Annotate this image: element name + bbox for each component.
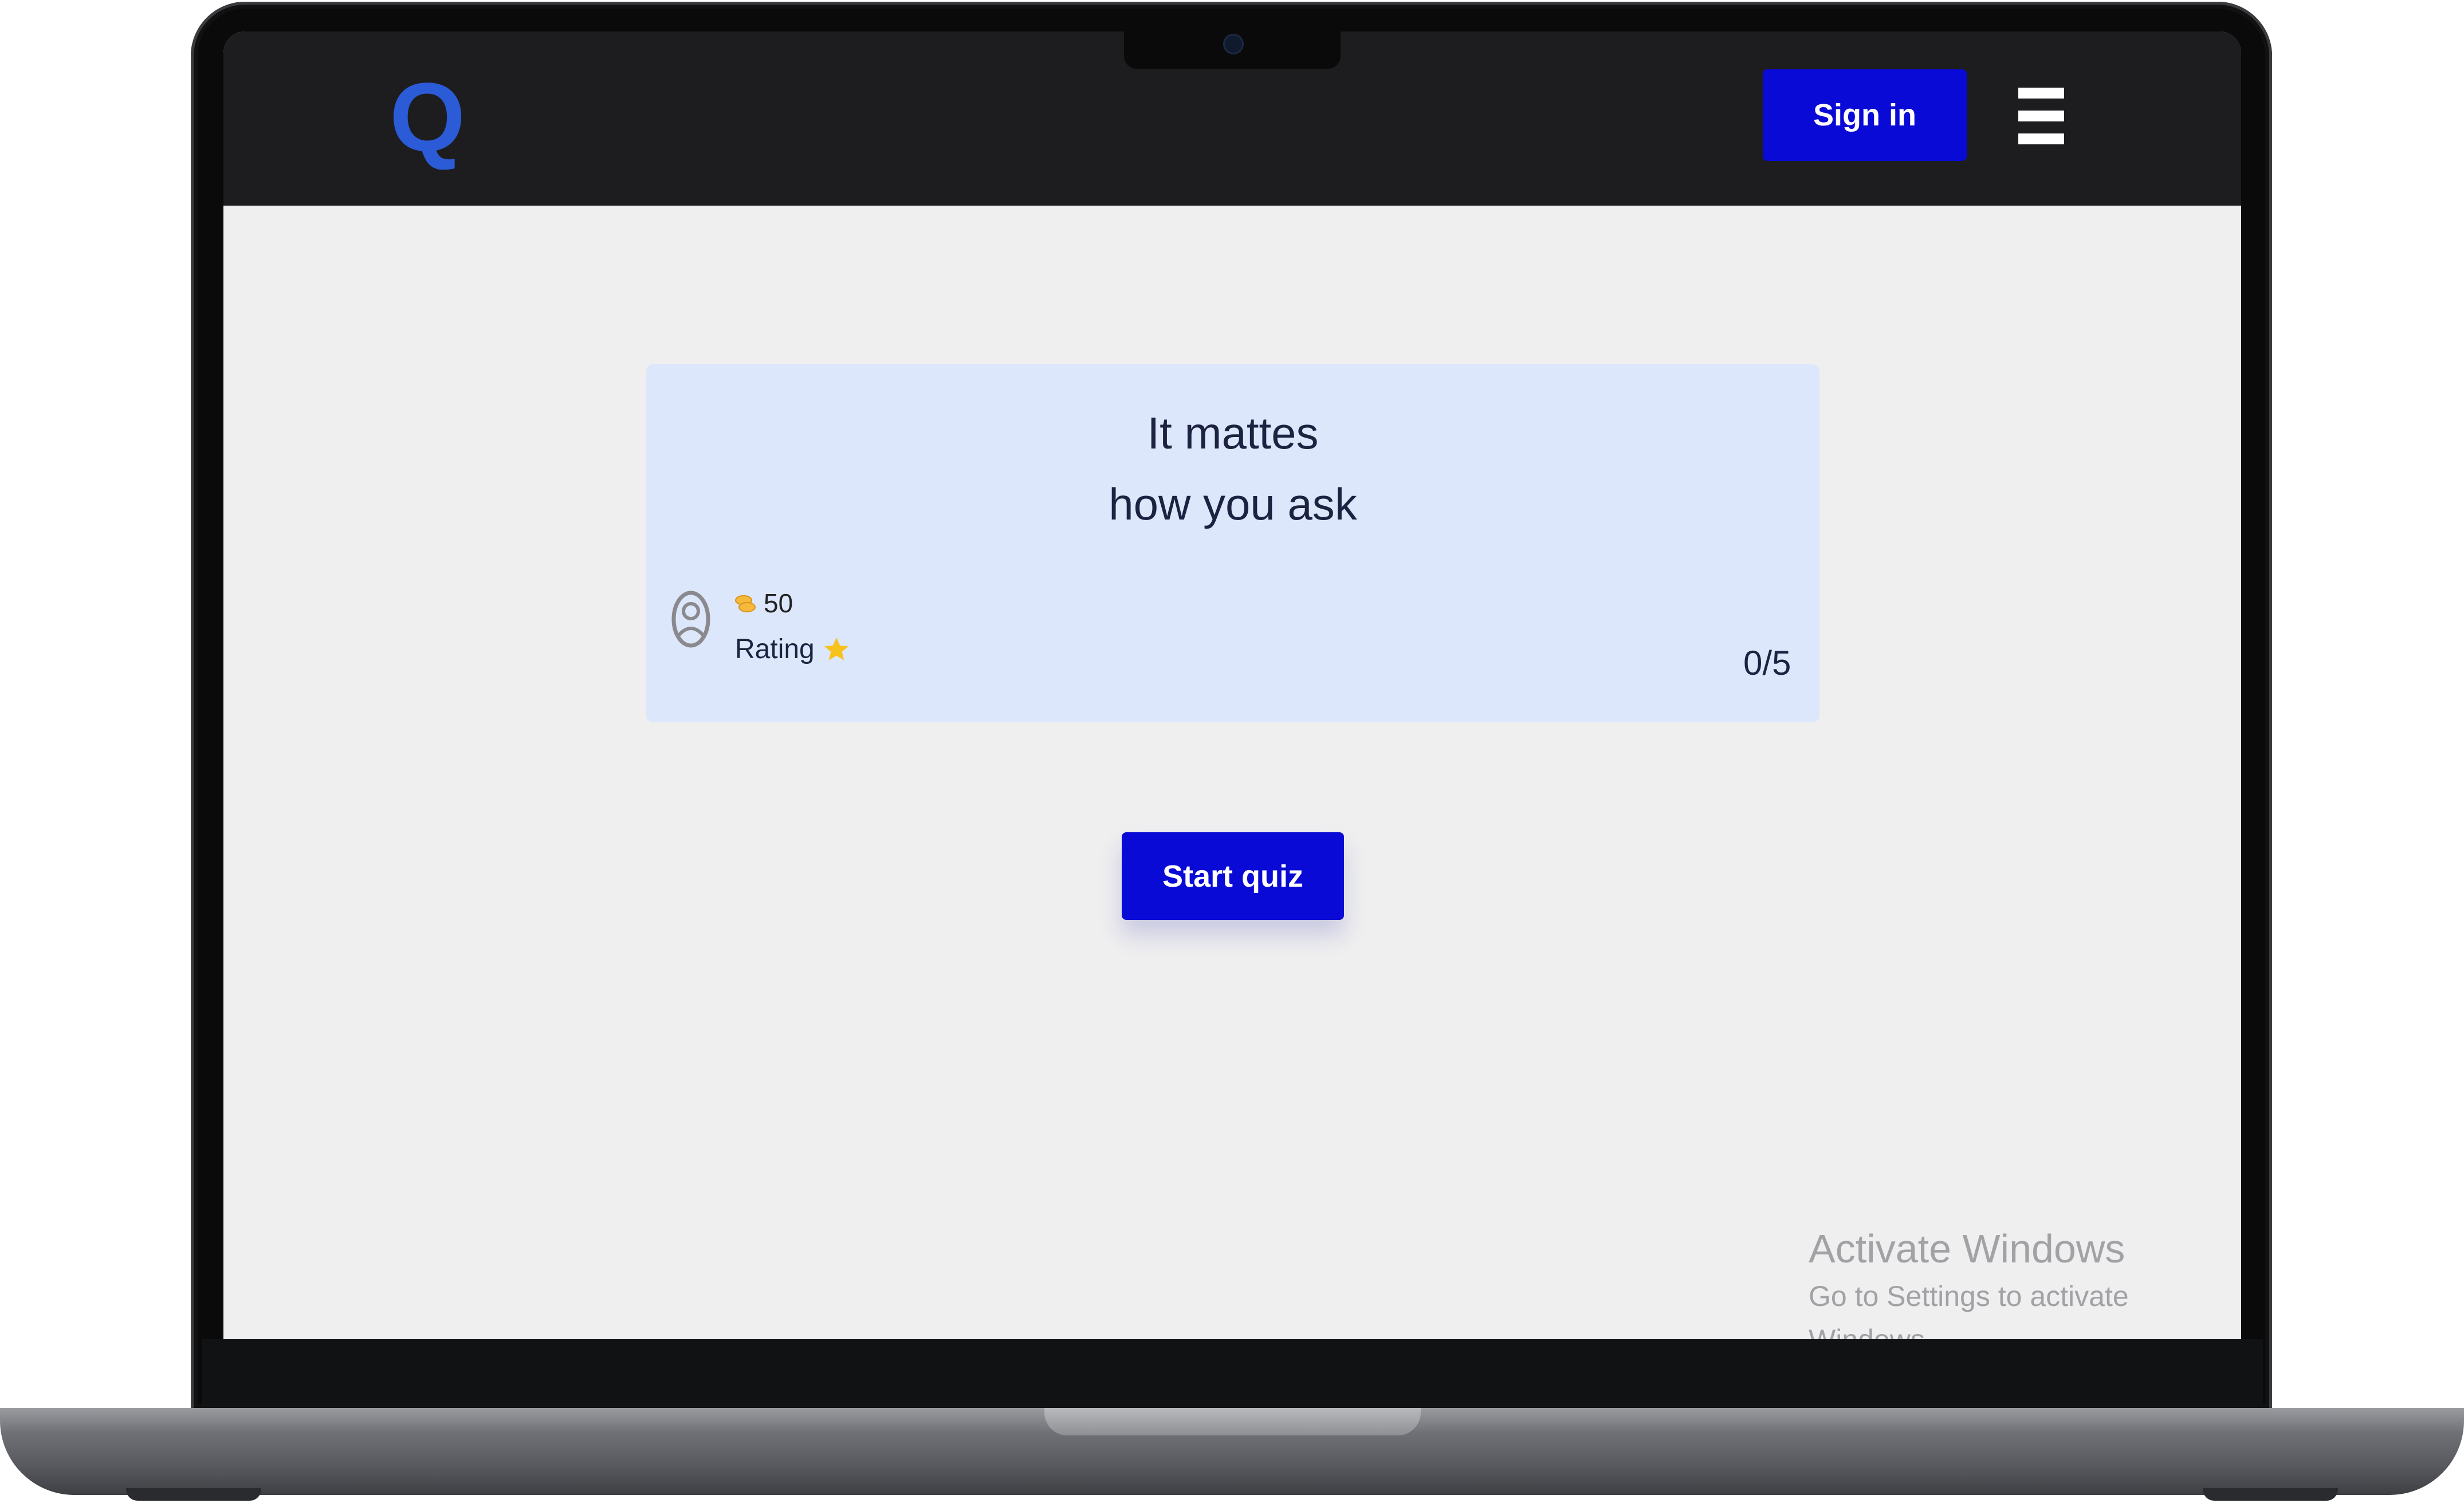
laptop-chin	[202, 1339, 2263, 1411]
app-logo[interactable]: Q	[390, 69, 465, 166]
webcam-icon	[1223, 34, 1244, 54]
lid-opening-notch	[1044, 1408, 1421, 1435]
hamburger-menu-icon[interactable]	[2018, 88, 2064, 145]
star-icon	[824, 637, 848, 660]
laptop-foot-left	[126, 1488, 261, 1501]
quiz-title-line2: how you ask	[1109, 479, 1357, 529]
coins-icon	[735, 593, 758, 613]
windows-activation-watermark: Activate Windows Go to Settings to activ…	[1809, 1223, 2241, 1339]
rating-label: Rating	[735, 634, 815, 664]
user-avatar-icon	[671, 591, 710, 648]
watermark-subtitle: Go to Settings to activate Windows.	[1809, 1280, 2129, 1339]
quiz-title-line1: It mattes	[1147, 408, 1319, 458]
sign-in-button[interactable]: Sign in	[1763, 69, 1967, 161]
rating-row: Rating	[735, 634, 850, 665]
coins-row: 50	[735, 588, 793, 619]
laptop-screen: Q Sign in It mattes how you ask 50 Ratin…	[223, 32, 2241, 1339]
laptop-mockup: Q Sign in It mattes how you ask 50 Ratin…	[0, 0, 2464, 1503]
start-quiz-button[interactable]: Start quiz	[1122, 832, 1344, 920]
quiz-title: It mattes how you ask	[646, 398, 1819, 540]
coins-value: 50	[764, 588, 793, 618]
question-progress: 0/5	[1743, 644, 1791, 682]
watermark-title: Activate Windows	[1809, 1226, 2125, 1271]
quiz-card: It mattes how you ask 50 Rating 0/5	[646, 364, 1819, 722]
laptop-foot-right	[2203, 1488, 2338, 1501]
